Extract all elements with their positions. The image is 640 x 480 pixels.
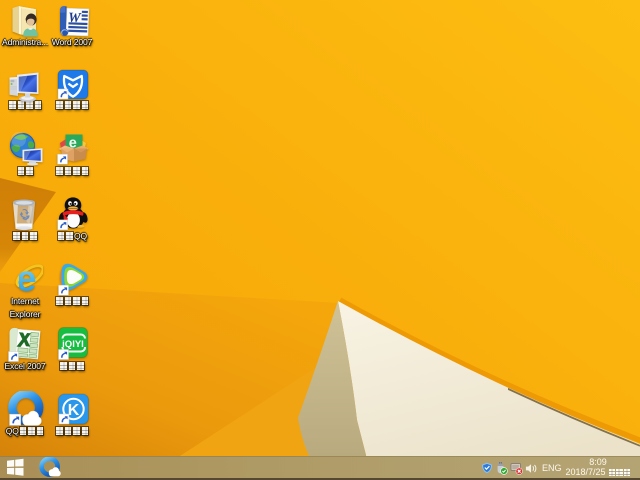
svg-text:iQIYI: iQIYI	[62, 339, 84, 350]
svg-text:e: e	[16, 261, 37, 295]
svg-text:K: K	[68, 402, 80, 419]
